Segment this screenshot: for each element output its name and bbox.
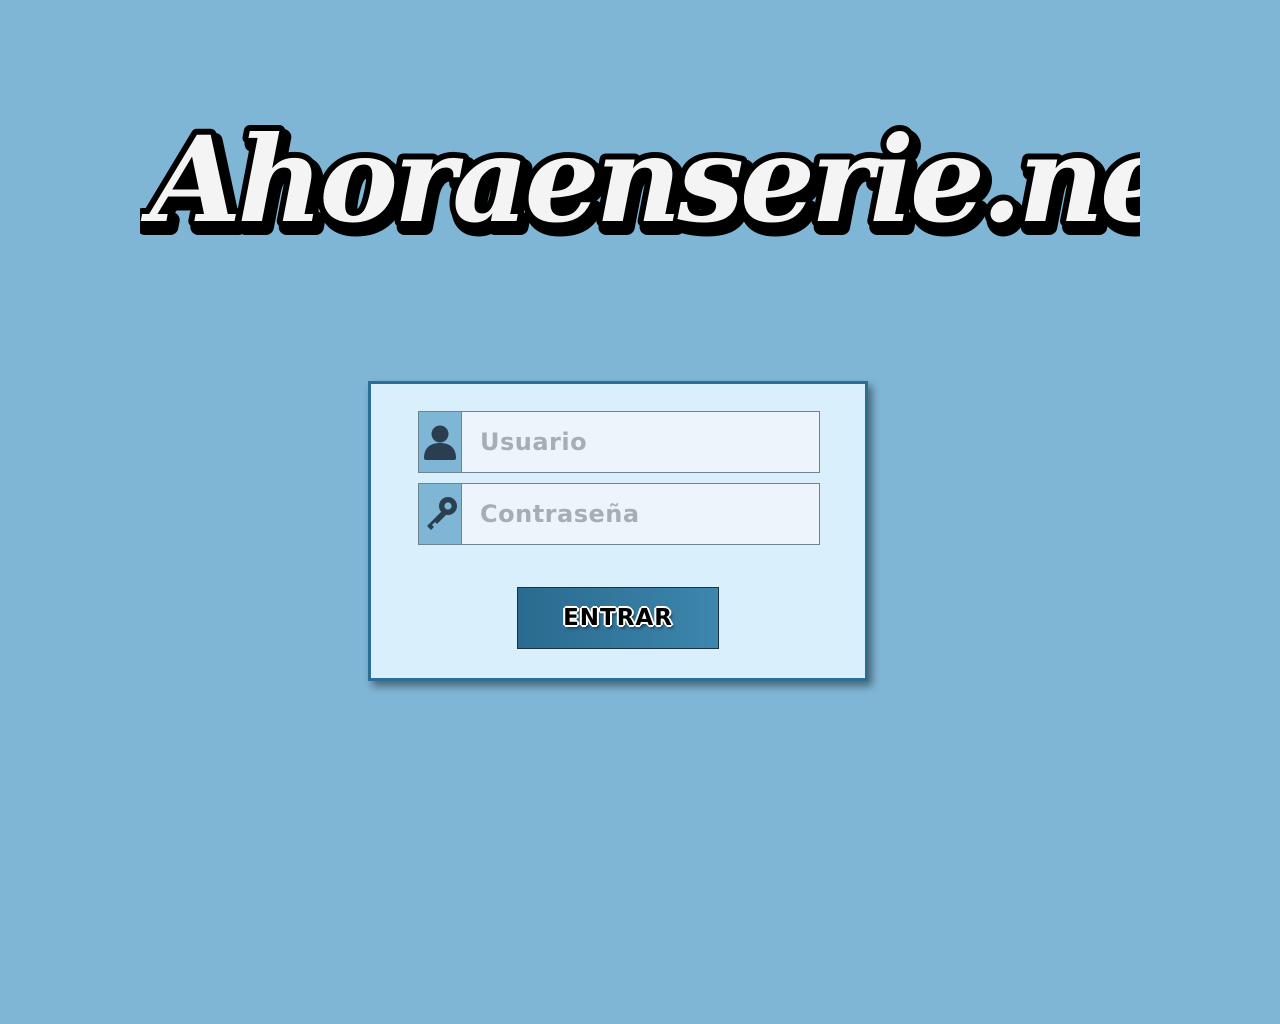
username-input[interactable] (462, 412, 819, 472)
username-field (418, 411, 820, 473)
user-icon (419, 412, 462, 472)
password-input[interactable] (462, 484, 819, 544)
password-field (418, 483, 820, 545)
site-logo-graphic: Ahoraenserie.net Ahoraenserie.net Ahorae… (140, 104, 1140, 250)
site-logo: Ahoraenserie.net Ahoraenserie.net Ahorae… (140, 100, 1140, 250)
login-page: Ahoraenserie.net Ahoraenserie.net Ahorae… (0, 0, 1280, 1024)
logo-text: Ahoraenserie.net (140, 110, 1140, 249)
login-button[interactable]: ENTRAR (517, 587, 719, 649)
login-form: ENTRAR (368, 381, 868, 681)
login-button-label: ENTRAR (563, 605, 673, 631)
key-icon (419, 484, 462, 544)
